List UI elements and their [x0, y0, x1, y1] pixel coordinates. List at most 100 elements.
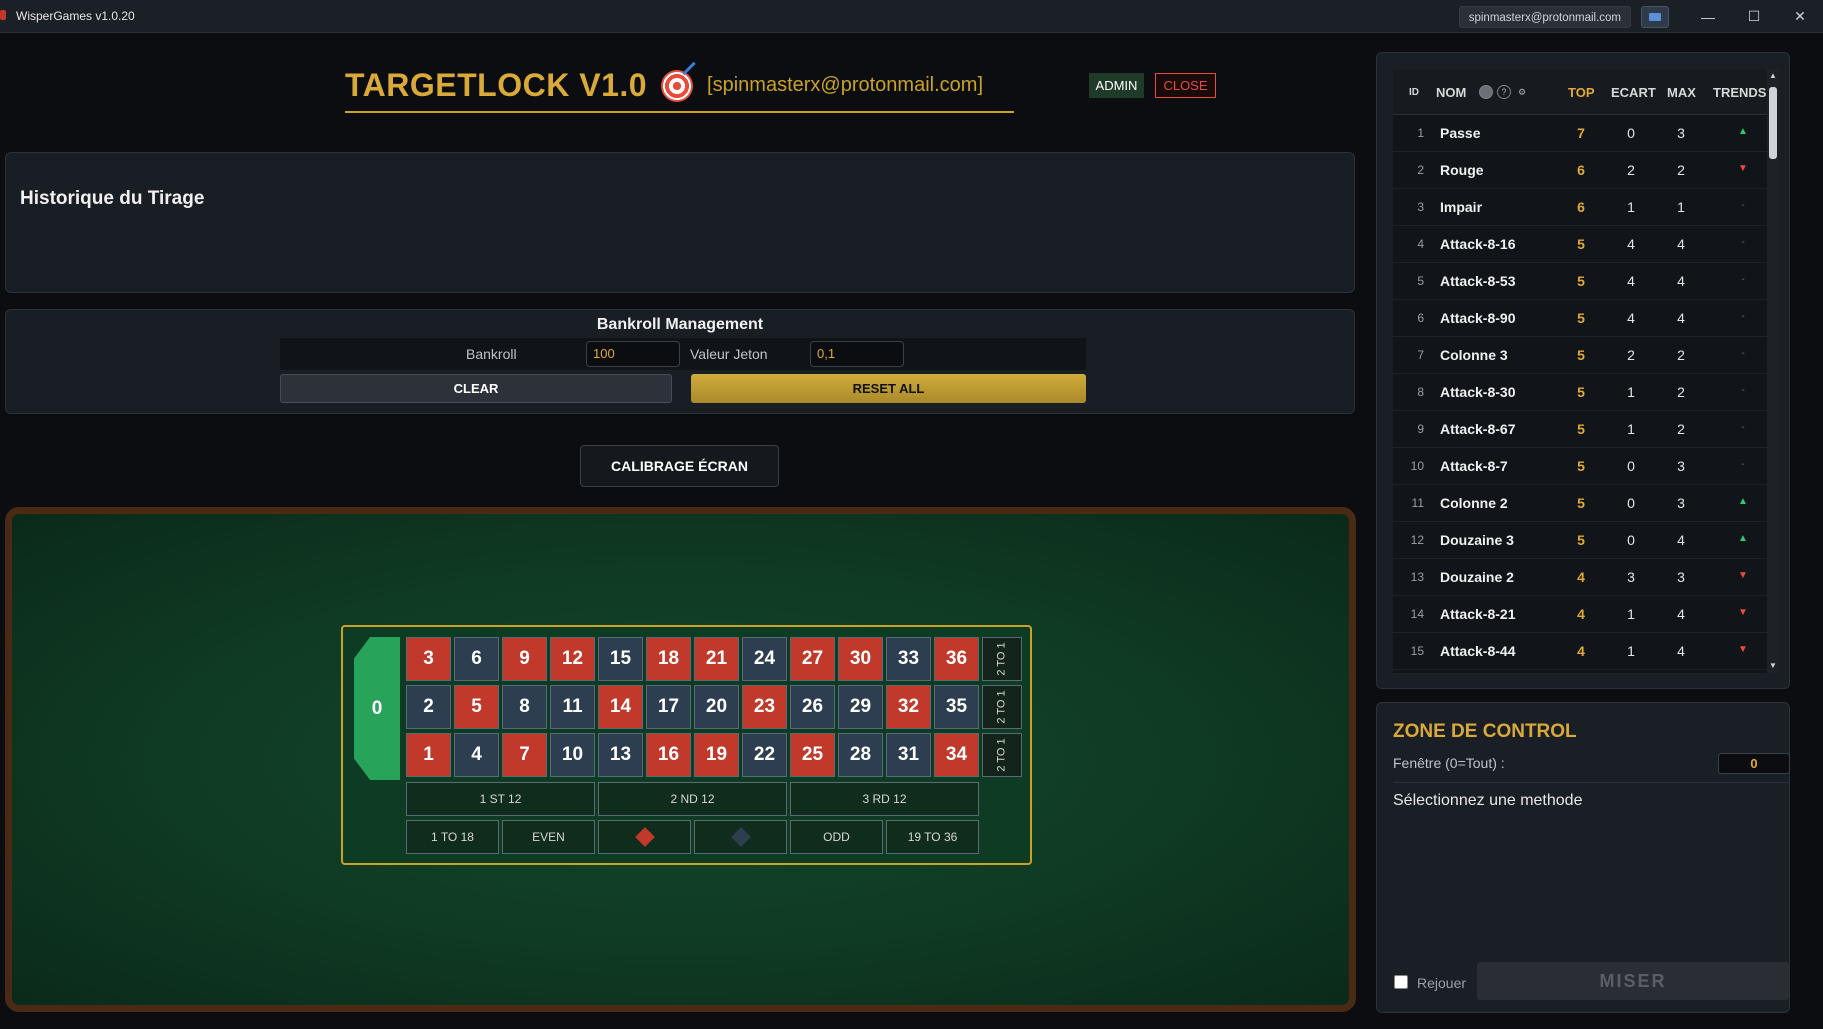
number-cell[interactable]: 17 — [646, 685, 691, 729]
app-title: TARGETLOCK V1.0 — [345, 67, 648, 103]
col-id[interactable]: ID — [1409, 87, 1419, 98]
dozen-bet-1[interactable]: 1 ST 12 — [406, 782, 595, 816]
admin-button[interactable]: ADMIN — [1089, 73, 1144, 98]
number-cell[interactable]: 7 — [502, 733, 547, 777]
low-bet[interactable]: 1 TO 18 — [406, 820, 499, 854]
number-cell[interactable]: 12 — [550, 637, 595, 681]
minimize-button[interactable]: — — [1685, 0, 1731, 33]
number-cell[interactable]: 4 — [454, 733, 499, 777]
table-row[interactable]: 10 Attack-8-7 5 0 3 - — [1393, 448, 1779, 485]
number-cell[interactable]: 22 — [742, 733, 787, 777]
stats-scrollbar[interactable]: ▲ ▼ — [1767, 69, 1779, 673]
number-cell[interactable]: 28 — [838, 733, 883, 777]
table-row[interactable]: 2 Rouge 6 2 2 ▼ — [1393, 152, 1779, 189]
chip-value-input[interactable]: 0,1 — [810, 341, 904, 367]
close-button[interactable]: CLOSE — [1155, 73, 1216, 98]
number-cell[interactable]: 21 — [694, 637, 739, 681]
row-id: 3 — [1417, 200, 1424, 214]
number-cell[interactable]: 36 — [934, 637, 979, 681]
help-icon[interactable]: ? — [1497, 85, 1511, 99]
app-header: TARGETLOCK V1.0 [spinmasterx@protonmail.… — [345, 60, 1014, 113]
dozen-bet-2[interactable]: 2 ND 12 — [598, 782, 787, 816]
number-cell[interactable]: 11 — [550, 685, 595, 729]
number-cell[interactable]: 35 — [934, 685, 979, 729]
red-bet[interactable] — [598, 820, 691, 854]
dozen-bet-3[interactable]: 3 RD 12 — [790, 782, 979, 816]
number-cell[interactable]: 27 — [790, 637, 835, 681]
table-row[interactable]: 12 Douzaine 3 5 0 4 ▲ — [1393, 522, 1779, 559]
calibrate-screen-button[interactable]: CALIBRAGE ÉCRAN — [580, 445, 779, 487]
number-cell[interactable]: 26 — [790, 685, 835, 729]
bet-button[interactable]: MISER — [1477, 962, 1789, 1000]
number-cell[interactable]: 2 — [406, 685, 451, 729]
number-cell[interactable]: 34 — [934, 733, 979, 777]
close-window-button[interactable]: ✕ — [1777, 0, 1823, 33]
table-row[interactable]: 3 Impair 6 1 1 - — [1393, 189, 1779, 226]
number-cell[interactable]: 33 — [886, 637, 931, 681]
settings-icon[interactable]: ⚙ — [1515, 85, 1529, 99]
number-cell[interactable]: 20 — [694, 685, 739, 729]
table-row[interactable]: 7 Colonne 3 5 2 2 - — [1393, 337, 1779, 374]
number-cell[interactable]: 16 — [646, 733, 691, 777]
col-ecart[interactable]: ECART — [1611, 85, 1656, 100]
number-cell[interactable]: 19 — [694, 733, 739, 777]
number-cell[interactable]: 6 — [454, 637, 499, 681]
account-email: spinmasterx@protonmail.com — [1458, 5, 1631, 28]
col-trends[interactable]: TRENDS — [1713, 85, 1766, 100]
col-nom[interactable]: NOM — [1436, 85, 1466, 100]
zero-cell[interactable]: 0 — [354, 637, 400, 780]
col-top[interactable]: TOP — [1568, 85, 1595, 100]
replay-label[interactable]: Rejouer — [1417, 975, 1466, 991]
reset-all-button[interactable]: RESET ALL — [691, 374, 1086, 403]
number-cell[interactable]: 29 — [838, 685, 883, 729]
window-input[interactable]: 0 — [1718, 753, 1790, 774]
bankroll-input[interactable]: 100 — [586, 341, 680, 367]
clear-button[interactable]: CLEAR — [280, 374, 672, 403]
number-cell[interactable]: 8 — [502, 685, 547, 729]
table-row[interactable]: 1 Passe 7 0 3 ▲ — [1393, 115, 1779, 152]
column-bet-1[interactable]: 2 TO 1 — [982, 733, 1022, 777]
row-top: 4 — [1577, 643, 1585, 659]
column-bet-2[interactable]: 2 TO 1 — [982, 685, 1022, 729]
number-cell[interactable]: 1 — [406, 733, 451, 777]
table-row[interactable]: 14 Attack-8-21 4 1 4 ▼ — [1393, 596, 1779, 633]
even-bet[interactable]: EVEN — [502, 820, 595, 854]
number-cell[interactable]: 3 — [406, 637, 451, 681]
replay-checkbox[interactable] — [1394, 975, 1408, 989]
scroll-down-icon[interactable]: ▼ — [1769, 661, 1777, 671]
table-row[interactable]: 4 Attack-8-16 5 4 4 - — [1393, 226, 1779, 263]
scroll-up-icon[interactable]: ▲ — [1769, 71, 1777, 81]
trend-flat-icon: - — [1741, 274, 1745, 285]
column-bet-3[interactable]: 2 TO 1 — [982, 637, 1022, 681]
number-cell[interactable]: 30 — [838, 637, 883, 681]
toggle-icon[interactable] — [1479, 85, 1493, 99]
table-row[interactable]: 9 Attack-8-67 5 1 2 - — [1393, 411, 1779, 448]
maximize-button[interactable]: ☐ — [1731, 0, 1777, 33]
number-cell[interactable]: 32 — [886, 685, 931, 729]
col-max[interactable]: MAX — [1667, 85, 1696, 100]
number-cell[interactable]: 18 — [646, 637, 691, 681]
number-cell[interactable]: 9 — [502, 637, 547, 681]
table-row[interactable]: 5 Attack-8-53 5 4 4 - — [1393, 263, 1779, 300]
table-row[interactable]: 11 Colonne 2 5 0 3 ▲ — [1393, 485, 1779, 522]
row-top: 5 — [1577, 384, 1585, 400]
odd-bet[interactable]: ODD — [790, 820, 883, 854]
black-bet[interactable] — [694, 820, 787, 854]
flag-icon[interactable] — [1641, 5, 1669, 28]
number-cell[interactable]: 31 — [886, 733, 931, 777]
row-ecart: 4 — [1627, 273, 1635, 289]
table-row[interactable]: 8 Attack-8-30 5 1 2 - — [1393, 374, 1779, 411]
number-cell[interactable]: 25 — [790, 733, 835, 777]
number-cell[interactable]: 23 — [742, 685, 787, 729]
number-cell[interactable]: 24 — [742, 637, 787, 681]
high-bet[interactable]: 19 TO 36 — [886, 820, 979, 854]
number-cell[interactable]: 5 — [454, 685, 499, 729]
table-row[interactable]: 15 Attack-8-44 4 1 4 ▼ — [1393, 633, 1779, 670]
number-cell[interactable]: 13 — [598, 733, 643, 777]
number-cell[interactable]: 14 — [598, 685, 643, 729]
table-row[interactable]: 6 Attack-8-90 5 4 4 - — [1393, 300, 1779, 337]
number-cell[interactable]: 15 — [598, 637, 643, 681]
number-cell[interactable]: 10 — [550, 733, 595, 777]
table-row[interactable]: 13 Douzaine 2 4 3 3 ▼ — [1393, 559, 1779, 596]
scroll-thumb[interactable] — [1769, 87, 1777, 159]
